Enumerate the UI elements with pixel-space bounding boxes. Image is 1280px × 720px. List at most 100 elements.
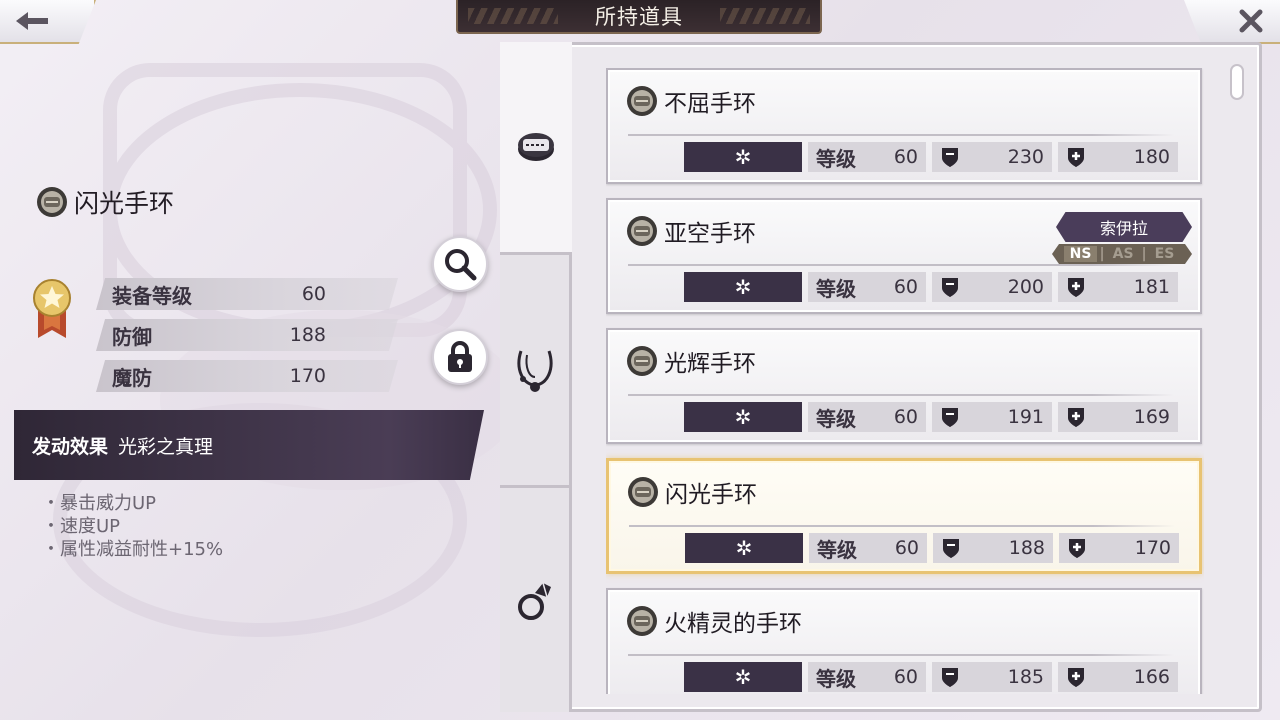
divider [629, 525, 1175, 527]
stat-label: 魔防 [112, 365, 152, 390]
defense-value: 191 [1007, 406, 1044, 428]
magic-defense-cell: 180 [1058, 142, 1178, 172]
item-title: 火精灵的手环 [626, 604, 802, 638]
effect-item: 属性减益耐性+15% [58, 538, 223, 561]
effect-name: 光彩之真理 [118, 435, 214, 458]
magic-defense-value: 166 [1133, 666, 1170, 688]
magic-shield-icon [1068, 148, 1084, 167]
level-cell: 等级 60 [808, 272, 926, 302]
search-button[interactable] [432, 236, 488, 292]
magic-shield-icon [1069, 539, 1085, 558]
series-separator: | [1141, 246, 1147, 262]
item-title: 光辉手环 [626, 344, 756, 378]
magic-defense-cell: 170 [1059, 533, 1179, 563]
item-title: 不屈手环 [626, 84, 756, 118]
shield-icon [942, 408, 958, 427]
item-card[interactable]: 光辉手环 ✲ 等级 60 191 169 [606, 328, 1202, 444]
defense-value: 200 [1007, 276, 1044, 298]
bracelet-item-icon [37, 187, 67, 217]
back-button[interactable] [0, 0, 96, 44]
item-stats: ✲ 等级 60 185 166 [684, 662, 1178, 692]
item-stats: ✲ 等级 60 230 180 [684, 142, 1178, 172]
defense-value: 230 [1007, 146, 1044, 168]
effect-list: 暴击威力UP 速度UP 属性减益耐性+15% [58, 492, 223, 561]
effect-header: 发动效果 光彩之真理 [14, 410, 484, 480]
item-name: 火精灵的手环 [664, 611, 802, 637]
padlock-icon [448, 341, 472, 372]
divider [628, 394, 1174, 396]
series-tag-as: AS [1112, 246, 1134, 262]
magnifier-icon [445, 249, 477, 281]
defense-value: 188 [1008, 537, 1045, 559]
series-tag-ns: NS [1063, 246, 1098, 262]
shield-icon [942, 148, 958, 167]
level-label: 等级 [817, 537, 857, 562]
stat-row-equip-level: 装备等级 60 [96, 278, 398, 310]
magic-defense-value: 170 [1134, 537, 1171, 559]
magic-defense-cell: 166 [1058, 662, 1178, 692]
item-name: 亚空手环 [664, 221, 756, 247]
defense-value: 185 [1007, 666, 1044, 688]
divider [628, 654, 1174, 656]
rank-medal-icon [33, 279, 71, 338]
sun-icon: ✲ [734, 665, 752, 689]
selected-item-name: 闪光手环 [36, 184, 174, 220]
stat-label: 防御 [112, 324, 152, 349]
page-title: 所持道具 [456, 0, 822, 34]
level-label: 等级 [816, 276, 856, 301]
defense-cell: 200 [932, 272, 1052, 302]
lock-button[interactable] [432, 329, 488, 385]
series-tag-es: ES [1154, 246, 1175, 262]
sun-slot: ✲ [684, 662, 802, 692]
sun-icon: ✲ [734, 405, 752, 429]
item-stats: ✲ 等级 60 188 170 [685, 533, 1179, 563]
item-card[interactable]: 不屈手环 ✲ 等级 60 230 180 [606, 68, 1202, 184]
stat-row-magic-defense: 魔防 170 [96, 360, 398, 392]
sun-slot: ✲ [684, 402, 802, 432]
scrollbar-thumb[interactable] [1230, 64, 1244, 100]
bracelet-item-icon [627, 346, 657, 376]
level-value: 60 [893, 406, 918, 428]
item-stats: ✲ 等级 60 200 181 [684, 272, 1178, 302]
level-label: 等级 [816, 146, 856, 171]
series-tags: NS | AS | ES [1052, 244, 1192, 264]
necklace-icon [516, 350, 553, 392]
level-label: 等级 [816, 666, 856, 691]
item-stats: ✲ 等级 60 191 169 [684, 402, 1178, 432]
close-button[interactable] [1184, 0, 1280, 44]
selected-item-name-text: 闪光手环 [74, 189, 175, 218]
divider [628, 134, 1174, 136]
item-card[interactable]: 亚空手环 索伊拉 NS | AS | ES ✲ 等级 60 200 181 [606, 198, 1202, 314]
level-label: 等级 [816, 406, 856, 431]
sun-icon: ✲ [734, 275, 752, 299]
level-value: 60 [893, 666, 918, 688]
level-value: 60 [893, 276, 918, 298]
defense-cell: 188 [933, 533, 1053, 563]
stat-label: 装备等级 [112, 283, 192, 308]
sun-icon: ✲ [734, 145, 752, 169]
category-tabs [500, 42, 572, 712]
tab-bracelet[interactable] [500, 42, 572, 252]
item-name: 闪光手环 [665, 482, 757, 508]
defense-cell: 185 [932, 662, 1052, 692]
left-arrow-icon [16, 12, 48, 30]
defense-cell: 191 [932, 402, 1052, 432]
tab-ring[interactable] [500, 488, 572, 712]
sun-slot: ✲ [684, 272, 802, 302]
level-cell: 等级 60 [808, 662, 926, 692]
stat-row-defense: 防御 188 [96, 319, 398, 351]
item-card[interactable]: 火精灵的手环 ✲ 等级 60 185 166 [606, 588, 1202, 694]
bracelet-item-icon [627, 86, 657, 116]
level-value: 60 [894, 537, 919, 559]
item-title: 闪光手环 [627, 475, 757, 509]
tab-necklace[interactable] [500, 255, 572, 485]
ring-icon [517, 582, 551, 620]
magic-shield-icon [1068, 278, 1084, 297]
item-list: 不屈手环 ✲ 等级 60 230 180 亚空手环 索伊拉 NS | AS | … [606, 68, 1204, 694]
series-separator: | [1099, 246, 1105, 262]
magic-defense-value: 180 [1133, 146, 1170, 168]
bracelet-item-icon [627, 216, 657, 246]
magic-defense-cell: 169 [1058, 402, 1178, 432]
bracelet-item-icon [627, 606, 657, 636]
item-card-selected[interactable]: 闪光手环 ✲ 等级 60 188 170 [606, 458, 1202, 574]
